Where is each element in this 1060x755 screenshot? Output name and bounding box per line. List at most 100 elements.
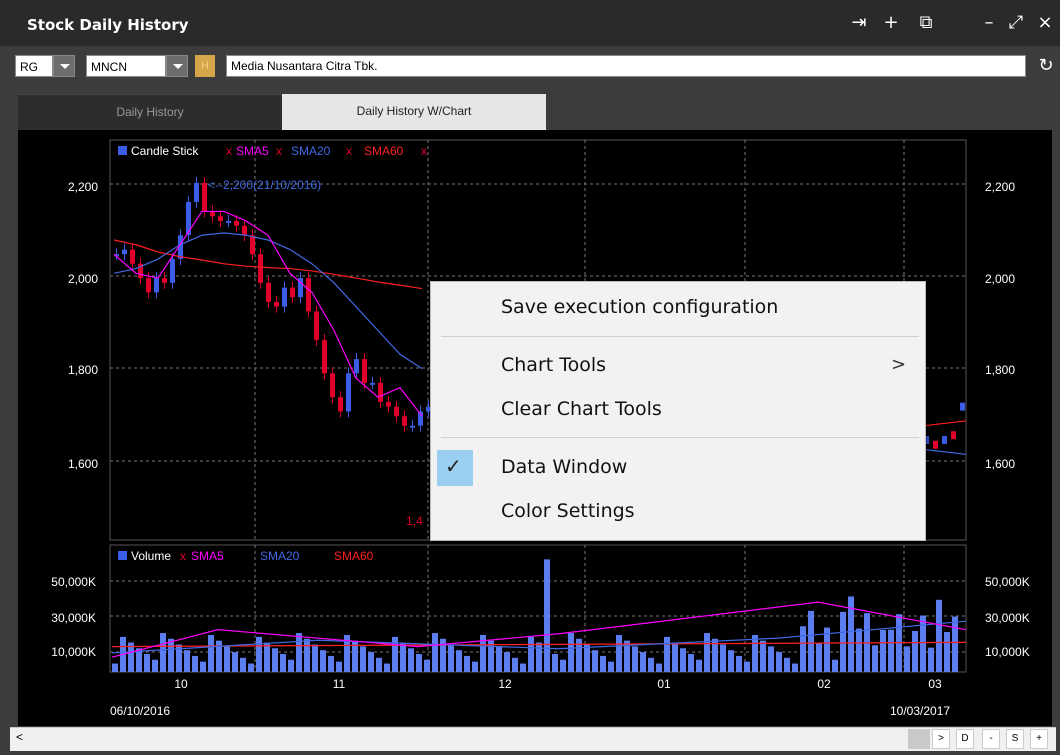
volume-bar [512, 657, 518, 672]
tab-daily-history-chart[interactable]: Daily History W/Chart [282, 94, 546, 130]
volume-bar [152, 659, 158, 672]
volume-bar [952, 616, 958, 672]
volume-bar [416, 654, 422, 672]
volume-bar [840, 611, 846, 672]
volume-bar [856, 628, 862, 672]
volume-bar [240, 657, 246, 672]
chart-area[interactable]: Candle Stick x SMA5 x SMA20 x SMA60 x <-… [18, 130, 1052, 726]
h-button[interactable]: H [195, 55, 215, 77]
menu-item-clear-chart-tools[interactable]: Clear Chart Tools [501, 398, 662, 420]
volume-bar [320, 650, 326, 672]
volume-bar [560, 659, 566, 672]
scroll-left-icon[interactable]: < [16, 730, 23, 744]
volume-bar [272, 648, 278, 672]
sma20-legend-label: SMA20 [291, 144, 331, 158]
x-tick: 02 [817, 677, 831, 691]
volume-bar [200, 661, 206, 672]
menu-item-color-settings[interactable]: Color Settings [501, 500, 635, 522]
x-tick: 11 [333, 677, 346, 691]
zoom-out-button[interactable]: - [982, 729, 1000, 749]
export-icon[interactable]: ⇥ [848, 12, 870, 34]
vol-sma20-legend-label: SMA20 [260, 549, 300, 563]
volume-bar [608, 661, 614, 672]
candle [258, 254, 263, 283]
low-price-annotation: 1,4 [406, 514, 423, 528]
volume-bar [704, 633, 710, 672]
sma20-legend-x[interactable]: x [346, 144, 352, 158]
menu-item-save-execution-configuration[interactable]: Save execution configuration [501, 296, 778, 318]
volume-bar [936, 599, 942, 672]
sma60-legend-x[interactable]: x [421, 144, 427, 158]
volume-bar [216, 640, 222, 672]
sma5-legend-x[interactable]: x [276, 144, 282, 158]
tab-daily-history[interactable]: Daily History [18, 94, 282, 130]
scroll-bar[interactable]: < > D - S + [10, 727, 1056, 751]
candle [330, 373, 335, 398]
menu-item-data-window[interactable]: Data Window [501, 456, 627, 478]
ticker-dropdown-button[interactable] [166, 55, 188, 77]
candle [960, 402, 965, 411]
volume-bar [792, 663, 798, 672]
volume-bar [720, 644, 726, 672]
volume-bar [640, 652, 646, 672]
volume-bar [496, 646, 502, 672]
candle [386, 401, 391, 407]
volume-legend-x[interactable]: x [180, 549, 186, 563]
volume-bar [656, 663, 662, 672]
volume-bar [744, 661, 750, 672]
window-title: Stock Daily History [27, 16, 189, 34]
scroll-right-icon[interactable]: > [932, 729, 950, 749]
title-bar: Stock Daily History ⇥ + ⧉ – ⤢ × [0, 0, 1060, 47]
menu-item-chart-tools[interactable]: Chart Tools [501, 354, 606, 376]
price-tick-right: 2,000 [985, 272, 1015, 286]
volume-bar [368, 652, 374, 672]
volume-bar [664, 636, 670, 672]
volume-bar [728, 650, 734, 672]
volume-legend-label: Volume [131, 549, 171, 563]
price-tick-right: 1,800 [985, 363, 1015, 377]
market-dropdown-button[interactable] [53, 55, 75, 77]
candle [290, 287, 295, 298]
candle [226, 220, 231, 223]
refresh-icon[interactable]: ↻ [1036, 55, 1056, 77]
candle [362, 359, 367, 383]
ticker-select[interactable]: MNCN [86, 55, 166, 77]
candle [951, 431, 956, 440]
candle [202, 182, 207, 212]
candle [154, 278, 159, 293]
candle [162, 278, 167, 283]
context-menu: Save execution configuration Chart Tools… [430, 281, 926, 541]
add-icon[interactable]: + [880, 12, 902, 34]
price-tick-left: 1,800 [68, 363, 98, 377]
candle-legend-x1[interactable]: x [226, 144, 232, 158]
volume-bar [600, 655, 606, 672]
minimize-icon[interactable]: – [978, 12, 1000, 34]
volume-bar [376, 657, 382, 672]
period-d-button[interactable]: D [956, 729, 974, 749]
volume-bar [584, 644, 590, 672]
expand-icon[interactable]: ⤢ [1005, 12, 1027, 34]
volume-bar [904, 646, 910, 672]
max-price-annotation: <--2,200(21/10/2016) [208, 178, 321, 192]
volume-bar [752, 634, 758, 672]
market-select[interactable]: RG [15, 55, 53, 77]
volume-bar [880, 629, 886, 672]
candle [234, 220, 239, 226]
candle [146, 278, 151, 293]
candle [942, 436, 947, 444]
scroll-thumb[interactable] [908, 729, 930, 749]
restore-icon[interactable]: ⧉ [915, 12, 937, 34]
volume-bar [408, 648, 414, 672]
period-s-button[interactable]: S [1006, 729, 1024, 749]
close-icon[interactable]: × [1034, 12, 1056, 34]
volume-bar [808, 610, 814, 672]
x-tick: 01 [657, 677, 671, 691]
volume-tick-right: 30,000K [985, 611, 1030, 625]
zoom-in-button[interactable]: + [1030, 729, 1048, 749]
volume-bar [400, 642, 406, 672]
candle [250, 235, 255, 255]
tab-strip: Daily History Daily History W/Chart [18, 94, 1052, 130]
x-tick: 03 [928, 677, 942, 691]
volume-bar [304, 638, 310, 672]
candle [378, 382, 383, 402]
